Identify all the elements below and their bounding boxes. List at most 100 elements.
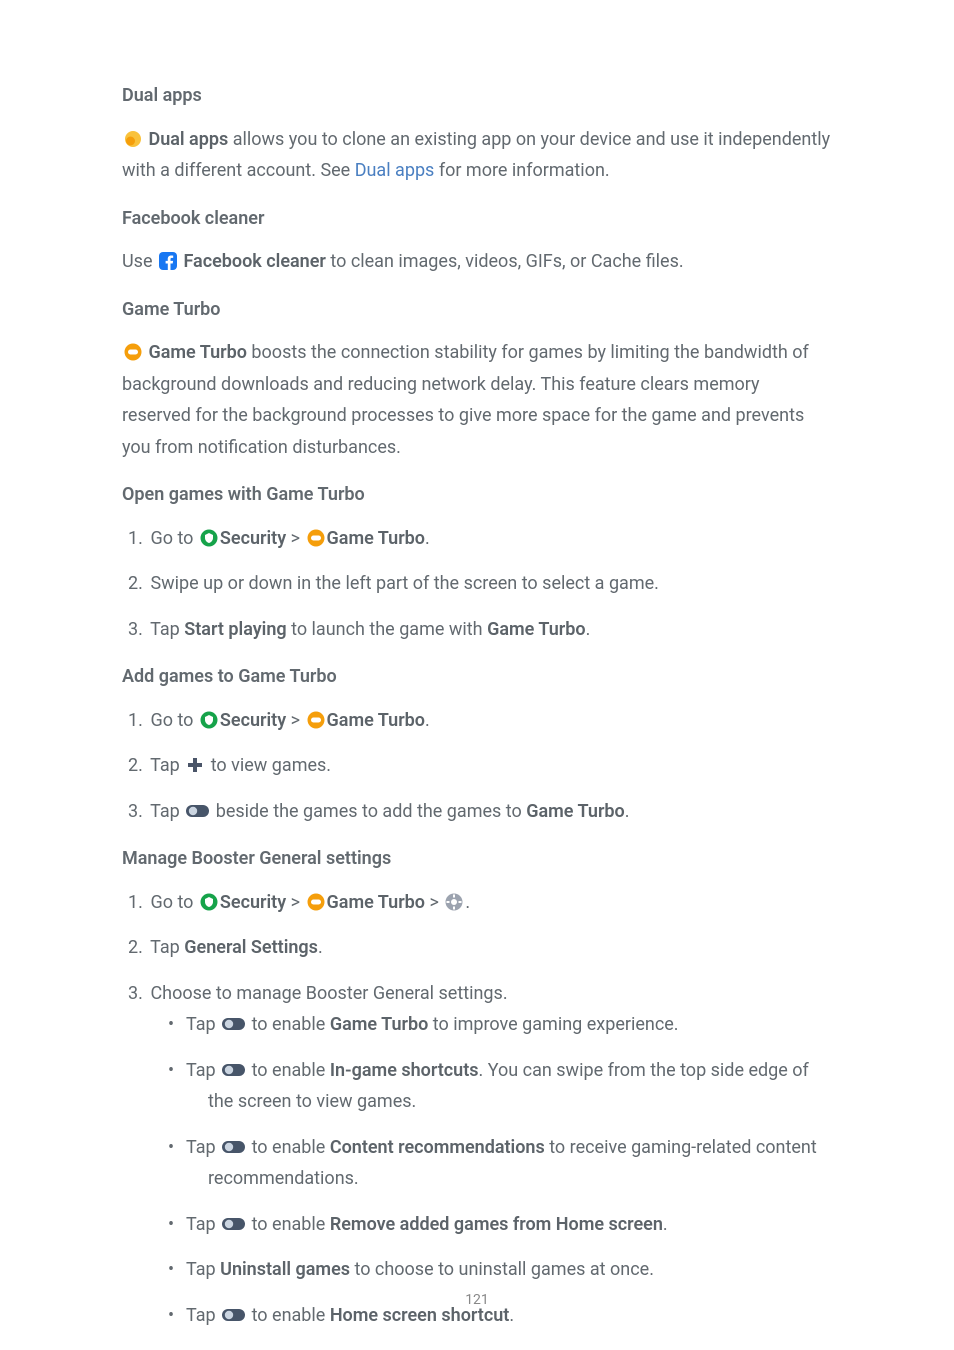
heading-dual-apps: Dual apps: [122, 80, 832, 112]
heading-game-turbo: Game Turbo: [122, 294, 832, 326]
game-turbo-icon: [307, 893, 325, 911]
bold-content-recommendations: Content recommendations: [330, 1137, 545, 1158]
text: to enable: [247, 1014, 330, 1035]
toggle-icon: [222, 1138, 245, 1156]
list-item: Tap to enable Content recommendations to…: [190, 1132, 832, 1195]
bold-remove-added: Remove added games from Home screen: [330, 1214, 663, 1235]
dual-apps-icon: [124, 130, 142, 148]
text: Tap: [186, 1259, 220, 1280]
text: to enable: [247, 1060, 330, 1081]
text: to view games.: [206, 755, 331, 776]
page-number: 121: [0, 1288, 954, 1313]
heading-manage-booster: Manage Booster General settings: [122, 843, 832, 875]
text: Go to: [150, 710, 197, 731]
facebook-icon: [159, 252, 177, 270]
text: Tap: [150, 755, 184, 776]
text: to enable: [247, 1137, 330, 1158]
heading-facebook-cleaner: Facebook cleaner: [122, 203, 832, 235]
text: Tap: [186, 1060, 220, 1081]
game-turbo-icon: [307, 711, 325, 729]
list-item: 2. Tap to view games.: [128, 750, 832, 782]
bold-ingame-shortcuts: In-game shortcuts: [330, 1060, 479, 1081]
bold-general-settings: General Settings: [184, 937, 318, 958]
bold-game-turbo: Game Turbo: [526, 801, 625, 822]
bold-game-turbo: Game Turbo: [330, 1014, 429, 1035]
list-item: 3. Choose to manage Booster General sett…: [128, 978, 832, 1332]
text: .: [425, 528, 430, 549]
list-item: Tap to enable In-game shortcuts. You can…: [190, 1055, 832, 1118]
text: to enable: [247, 1214, 330, 1235]
para-facebook-cleaner: Use Facebook cleaner to clean images, vi…: [122, 246, 832, 278]
text: Tap: [150, 619, 184, 640]
text: .: [625, 801, 630, 822]
bold-game-turbo: Game Turbo: [327, 710, 426, 731]
text: .: [425, 710, 430, 731]
bold-security: Security: [220, 710, 286, 731]
list-item: Tap to enable Remove added games from Ho…: [190, 1209, 832, 1241]
list-item: 2. Swipe up or down in the left part of …: [128, 568, 832, 600]
bold-game-turbo: Game Turbo: [487, 619, 586, 640]
list-add-games: 1. Go to Security > Game Turbo. 2. Tap t…: [128, 705, 832, 828]
text: >: [286, 892, 304, 913]
toggle-icon: [222, 1215, 245, 1233]
heading-open-games: Open games with Game Turbo: [122, 479, 832, 511]
text: to improve gaming experience.: [428, 1014, 678, 1035]
bold-game-turbo: Game Turbo: [327, 892, 426, 913]
list-item: 3. Tap Start playing to launch the game …: [128, 614, 832, 646]
plus-icon: [186, 756, 204, 774]
text: .: [663, 1214, 668, 1235]
list-item: 1. Go to Security > Game Turbo.: [128, 523, 832, 555]
list-item: Tap Uninstall games to choose to uninsta…: [190, 1254, 832, 1286]
bold-security: Security: [220, 528, 286, 549]
security-icon: [200, 529, 218, 547]
list-item: Tap to enable Game Turbo to improve gami…: [190, 1009, 832, 1041]
game-turbo-icon: [124, 343, 142, 361]
text: Use: [122, 251, 157, 272]
text: Go to: [150, 892, 197, 913]
text: Tap: [150, 937, 184, 958]
text: Tap: [186, 1014, 220, 1035]
toggle-icon: [186, 802, 209, 820]
list-open-games: 1. Go to Security > Game Turbo. 2. Swipe…: [128, 523, 832, 646]
list-item: 1. Go to Security > Game Turbo > .: [128, 887, 832, 919]
text: Tap: [186, 1214, 220, 1235]
toggle-icon: [222, 1015, 245, 1033]
text: Choose to manage Booster General setting…: [150, 983, 507, 1004]
list-item: 3. Tap beside the games to add the games…: [128, 796, 832, 828]
bold-game-turbo: Game Turbo: [148, 342, 247, 363]
para-dual-apps: Dual apps allows you to clone an existin…: [122, 124, 832, 187]
toggle-icon: [222, 1061, 245, 1079]
text: to choose to uninstall games at once.: [350, 1259, 654, 1280]
bold-security: Security: [220, 892, 286, 913]
link-dual-apps[interactable]: Dual apps: [355, 160, 435, 181]
text: .: [586, 619, 591, 640]
heading-add-games: Add games to Game Turbo: [122, 661, 832, 693]
text: .: [465, 892, 470, 913]
para-game-turbo: Game Turbo boosts the connection stabili…: [122, 337, 832, 463]
text: beside the games to add the games to: [211, 801, 526, 822]
security-icon: [200, 711, 218, 729]
text: to clean images, videos, GIFs, or Cache …: [326, 251, 684, 272]
bold-start-playing: Start playing: [184, 619, 286, 640]
text: Tap: [150, 801, 184, 822]
text: for more information.: [434, 160, 609, 181]
bold-uninstall-games: Uninstall games: [220, 1259, 350, 1280]
text: Swipe up or down in the left part of the…: [150, 573, 658, 594]
text: >: [425, 892, 443, 913]
list-item: 2. Tap General Settings.: [128, 932, 832, 964]
list-item: 1. Go to Security > Game Turbo.: [128, 705, 832, 737]
text: Go to: [150, 528, 197, 549]
game-turbo-icon: [307, 529, 325, 547]
list-manage-booster: 1. Go to Security > Game Turbo > . 2. Ta…: [128, 887, 832, 1332]
text: >: [286, 710, 304, 731]
security-icon: [200, 893, 218, 911]
text: to launch the game with: [287, 619, 487, 640]
sublist-manage-booster: Tap to enable Game Turbo to improve gami…: [190, 1009, 832, 1331]
text: Tap: [186, 1137, 220, 1158]
bold-facebook-cleaner: Facebook cleaner: [183, 251, 325, 272]
bold-game-turbo: Game Turbo: [327, 528, 426, 549]
settings-icon: [445, 893, 463, 911]
text: .: [318, 937, 323, 958]
bold-dual-apps: Dual apps: [148, 129, 228, 150]
text: >: [286, 528, 304, 549]
